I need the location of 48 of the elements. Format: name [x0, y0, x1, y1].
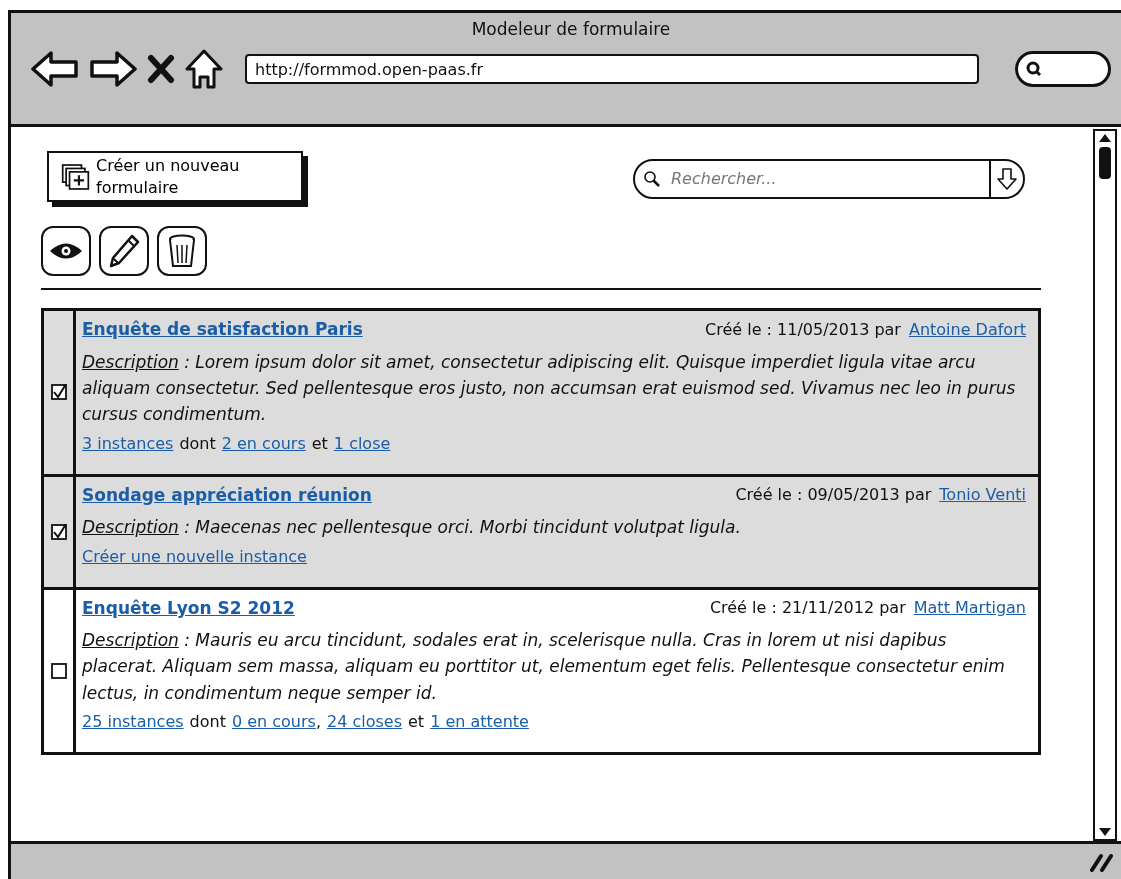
form-description: Description : Maecenas nec pellentesque orci. Morbi tincidunt volutpat ligula.	[82, 516, 742, 540]
created-label: Créé le : 09/05/2013 par	[735, 484, 932, 507]
down-arrow-icon	[997, 167, 1017, 192]
search-field[interactable]: Rechercher...	[669, 166, 989, 192]
checkbox[interactable]	[50, 384, 67, 401]
form-title-link[interactable]: Enquête Lyon S2 2012	[82, 595, 295, 622]
pencil-icon	[108, 233, 140, 270]
connector-text: dont	[179, 432, 216, 455]
form-description: Description : Lorem ipsum dolor sit amet, consectetur adipiscing elit. Quisque imperdiet ligula vitae arcu aliquam consectetur. Sed pellentesque eros justo, non accumsan erat euismod sed. Vivamus nec leo in purus cursus condimentum.	[82, 350, 1017, 427]
forward-arrow-icon[interactable]	[89, 49, 137, 88]
author-link[interactable]: Tonio Venti	[939, 483, 1026, 508]
form-title-link[interactable]: Enquête de satisfaction Paris	[82, 317, 363, 343]
instances-link[interactable]: 1 en attente	[430, 710, 529, 735]
home-icon[interactable]	[185, 48, 223, 89]
view-button[interactable]	[41, 226, 91, 277]
form-title-link[interactable]: Sondage appréciation réunion	[82, 482, 372, 509]
checkbox[interactable]	[50, 662, 67, 679]
search-icon	[643, 170, 661, 188]
created-label: Créé le : 21/11/2012 par	[709, 597, 906, 620]
trash-icon	[167, 233, 197, 270]
scroll-thumb[interactable]	[1099, 147, 1111, 179]
checkbox[interactable]	[50, 523, 67, 540]
separator-text: ,	[315, 711, 321, 734]
back-arrow-icon[interactable]	[31, 49, 79, 88]
connector-text: dont	[189, 711, 226, 734]
instances-link[interactable]: 3 instances	[82, 431, 174, 456]
created-label: Créé le : 11/05/2013 par	[705, 318, 901, 341]
search-bar[interactable]: Rechercher...	[633, 159, 1025, 199]
vertical-scrollbar[interactable]	[1093, 129, 1117, 841]
address-field[interactable]: http://formmod.open-paas.fr	[245, 53, 979, 84]
browser-search-field[interactable]	[1015, 50, 1111, 87]
resize-grip-icon[interactable]	[1089, 851, 1115, 872]
connector-text: et	[408, 711, 425, 734]
stop-icon[interactable]	[147, 53, 175, 84]
instances-link[interactable]: 24 closes	[327, 710, 402, 735]
instances-link[interactable]: Créer une nouvelle instance	[82, 544, 307, 569]
instances-link[interactable]: 25 instances	[82, 710, 184, 735]
connector-text: et	[311, 432, 328, 455]
instances-link[interactable]: 0 en cours	[231, 710, 316, 735]
author-link[interactable]: Matt Martigan	[913, 596, 1026, 621]
instances-link[interactable]: 2 en cours	[221, 431, 306, 456]
search-icon	[1026, 60, 1042, 77]
delete-button[interactable]	[157, 226, 207, 277]
window-title: Modeleur de formulaire	[470, 18, 672, 41]
author-link[interactable]: Antoine Dafort	[908, 317, 1026, 342]
instances-link[interactable]: 1 close	[333, 431, 391, 456]
form-description: Description : Mauris eu arcu tincidunt, sodales erat in, scelerisque nulla. Cras in lorem ut nisi dapibus placerat. Aliquam sem massa, aliquam eu porttitor ut, elementum eget felis. Pellentesque consectetur enim lectus, in condimentum neque semper id.	[82, 629, 1006, 705]
edit-button[interactable]	[99, 226, 149, 277]
